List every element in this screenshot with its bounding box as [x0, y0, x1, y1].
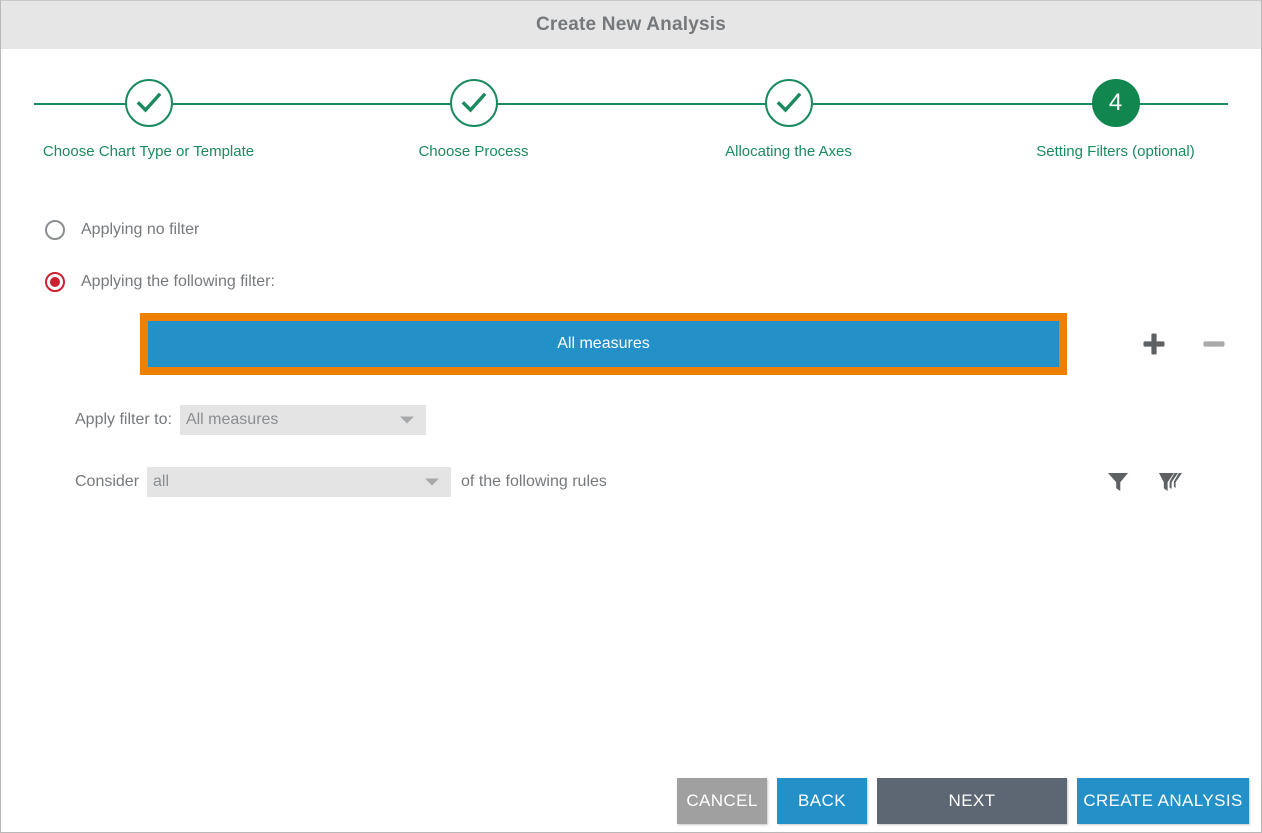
consider-rules-row: Consider all of the following rules [75, 467, 1261, 497]
plus-icon [1143, 333, 1165, 355]
chevron-down-icon [425, 478, 440, 486]
dialog-body: Applying no filter Applying the followin… [1, 215, 1261, 497]
step-4-number: 4 [1108, 89, 1123, 116]
rule-actions [1105, 469, 1185, 495]
selected-filter-chip[interactable]: All measures [148, 321, 1059, 367]
apply-filter-to-select[interactable]: All measures [179, 405, 426, 435]
filter-list-actions [1139, 329, 1229, 359]
step-choose-chart-type[interactable]: Choose Chart Type or Template [1, 63, 316, 160]
selected-filter-chip-label: All measures [557, 335, 650, 352]
step-1-label: Choose Chart Type or Template [42, 143, 255, 160]
radio-apply-filter-icon[interactable] [45, 272, 65, 292]
create-analysis-button[interactable]: CREATE ANALYSIS [1077, 778, 1249, 824]
add-filter-button[interactable] [1139, 329, 1169, 359]
check-icon [136, 92, 161, 113]
funnel-icon [1108, 473, 1128, 491]
dialog-titlebar: Create New Analysis [1, 1, 1261, 49]
wizard-stepper: Choose Chart Type or Template Choose Pro… [1, 63, 1261, 173]
clear-rules-button[interactable] [1157, 469, 1185, 495]
remove-filter-button[interactable] [1199, 329, 1229, 359]
selected-filter-highlight: All measures [140, 313, 1067, 375]
step-2-label: Choose Process [418, 143, 529, 160]
radio-option-no-filter[interactable]: Applying no filter [45, 215, 1261, 245]
check-icon [776, 92, 801, 113]
check-icon [461, 92, 486, 113]
back-button[interactable]: BACK [777, 778, 867, 824]
create-new-analysis-dialog: Create New Analysis Choose Chart Type or… [0, 0, 1262, 833]
consider-rules-value: all [153, 473, 170, 490]
step-4-marker: 4 [1091, 79, 1140, 127]
step-4-label: Setting Filters (optional) [1036, 143, 1195, 160]
minus-icon [1203, 341, 1225, 347]
cancel-button[interactable]: CANCEL [677, 778, 767, 824]
step-3-label: Allocating the Axes [725, 143, 852, 160]
dialog-title: Create New Analysis [535, 14, 726, 35]
add-rule-button[interactable] [1105, 469, 1131, 495]
dialog-footer: CANCEL BACK NEXT CREATE ANALYSIS [1, 770, 1261, 832]
next-button[interactable]: NEXT [877, 778, 1067, 824]
consider-prefix-label: Consider [75, 473, 140, 490]
step-1-marker [124, 79, 173, 127]
step-choose-process[interactable]: Choose Process [316, 63, 631, 160]
consider-rules-select[interactable]: all [147, 467, 452, 497]
apply-filter-to-row: Apply filter to: All measures [75, 405, 1261, 435]
radio-no-filter-icon[interactable] [45, 220, 65, 240]
step-2-marker [449, 79, 498, 127]
funnel-clear-icon [1159, 473, 1182, 491]
step-setting-filters[interactable]: 4 Setting Filters (optional) [946, 63, 1261, 160]
radio-apply-filter-label: Applying the following filter: [81, 273, 275, 290]
radio-no-filter-label: Applying no filter [81, 221, 200, 238]
step-allocating-axes[interactable]: Allocating the Axes [631, 63, 946, 160]
step-3-marker [764, 79, 813, 127]
chevron-down-icon [399, 416, 414, 424]
radio-option-apply-filter[interactable]: Applying the following filter: [45, 267, 1261, 297]
apply-filter-to-label: Apply filter to: [75, 411, 172, 428]
consider-suffix-label: of the following rules [461, 473, 607, 490]
apply-filter-to-value: All measures [185, 411, 279, 428]
selected-filter-row: All measures [1, 313, 1261, 375]
